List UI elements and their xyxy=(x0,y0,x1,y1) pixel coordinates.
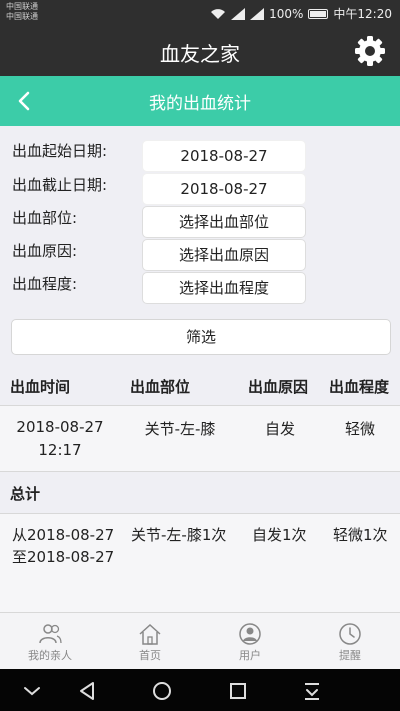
user-icon xyxy=(239,623,261,645)
tab-family[interactable]: 我的亲人 xyxy=(0,613,100,670)
site-label: 出血部位: xyxy=(12,209,78,227)
column-header-cause: 出血原因 xyxy=(248,378,309,396)
site-select[interactable]: 选择出血部位 xyxy=(142,206,306,238)
carrier-label-2: 中国联通 xyxy=(6,12,38,21)
cell-cause: 自发 xyxy=(264,420,295,438)
people-icon xyxy=(39,624,62,644)
cell-site: 关节-左-膝 xyxy=(144,420,216,438)
start-date-label: 出血起始日期: xyxy=(12,142,108,160)
tab-user[interactable]: 用户 xyxy=(200,613,300,670)
back-triangle-icon[interactable] xyxy=(75,679,99,703)
summary-title: 总计 xyxy=(10,485,41,503)
table-header: 出血时间 出血部位 出血原因 出血程度 xyxy=(0,366,400,406)
end-date-label: 出血截止日期: xyxy=(12,176,108,194)
settings-button[interactable] xyxy=(354,35,386,67)
clock-icon xyxy=(339,623,361,645)
signal-icon xyxy=(231,7,246,20)
cause-select[interactable]: 选择出血原因 xyxy=(142,239,306,271)
summary-severity-count: 轻微1次 xyxy=(333,526,388,544)
tab-reminder[interactable]: 提醒 xyxy=(300,613,400,670)
carrier-label-1: 中国联通 xyxy=(6,2,38,11)
summary-cause-count: 自发1次 xyxy=(252,526,307,544)
tab-home[interactable]: 首页 xyxy=(100,613,200,670)
severity-select[interactable]: 选择出血程度 xyxy=(142,272,306,304)
summary-range-to: 至2018-08-27 xyxy=(12,548,115,566)
status-indicators: 100% 中午12:20 xyxy=(210,5,392,22)
carrier-info: 中国联通 中国联通 xyxy=(6,2,38,22)
app-title: 血友之家 xyxy=(160,42,240,66)
cause-label: 出血原因: xyxy=(12,242,78,260)
column-header-time: 出血时间 xyxy=(10,378,71,396)
filter-button[interactable]: 筛选 xyxy=(11,319,391,355)
app-header: 血友之家 xyxy=(0,26,400,76)
notification-pull-icon[interactable] xyxy=(300,679,324,703)
start-date-field[interactable]: 2018-08-27 xyxy=(142,140,306,172)
summary-range-from: 从2018-08-27 xyxy=(12,526,115,544)
summary-row: 从2018-08-27 至2018-08-27 关节-左-膝1次 自发1次 轻微… xyxy=(0,514,400,612)
chevron-down-icon[interactable] xyxy=(20,679,44,703)
end-date-field[interactable]: 2018-08-27 xyxy=(142,173,306,205)
wifi-icon xyxy=(211,8,226,19)
tab-label-home: 首页 xyxy=(139,649,161,662)
page-header: 我的出血统计 xyxy=(0,76,400,126)
cell-time: 12:17 xyxy=(38,441,82,459)
system-nav-bar xyxy=(0,669,400,711)
clock-time: 中午12:20 xyxy=(333,7,392,21)
cell-severity: 轻微 xyxy=(344,420,375,438)
home-icon xyxy=(139,623,161,645)
signal-icon-2 xyxy=(250,7,265,20)
summary-site-count: 关节-左-膝1次 xyxy=(131,526,227,544)
page-title: 我的出血统计 xyxy=(149,94,251,114)
gear-icon xyxy=(355,36,385,66)
tab-label-reminder: 提醒 xyxy=(339,649,361,662)
column-header-severity: 出血程度 xyxy=(329,378,390,396)
tab-label-family: 我的亲人 xyxy=(28,649,72,662)
battery-icon xyxy=(308,8,329,19)
table-row[interactable]: 2018-08-27 12:17 关节-左-膝 自发 轻微 xyxy=(0,406,400,472)
tab-label-user: 用户 xyxy=(239,649,261,662)
tab-bar: 我的亲人 首页 用户 提醒 xyxy=(0,612,400,669)
column-header-site: 出血部位 xyxy=(130,378,191,396)
severity-label: 出血程度: xyxy=(12,275,78,293)
summary-header: 总计 xyxy=(0,472,400,514)
cell-date: 2018-08-27 xyxy=(16,418,104,436)
status-bar: 中国联通 中国联通 100% 中午12:20 xyxy=(0,0,400,26)
recent-apps-icon[interactable] xyxy=(226,679,250,703)
battery-percent: 100% xyxy=(269,6,304,21)
home-circle-icon[interactable] xyxy=(150,679,174,703)
